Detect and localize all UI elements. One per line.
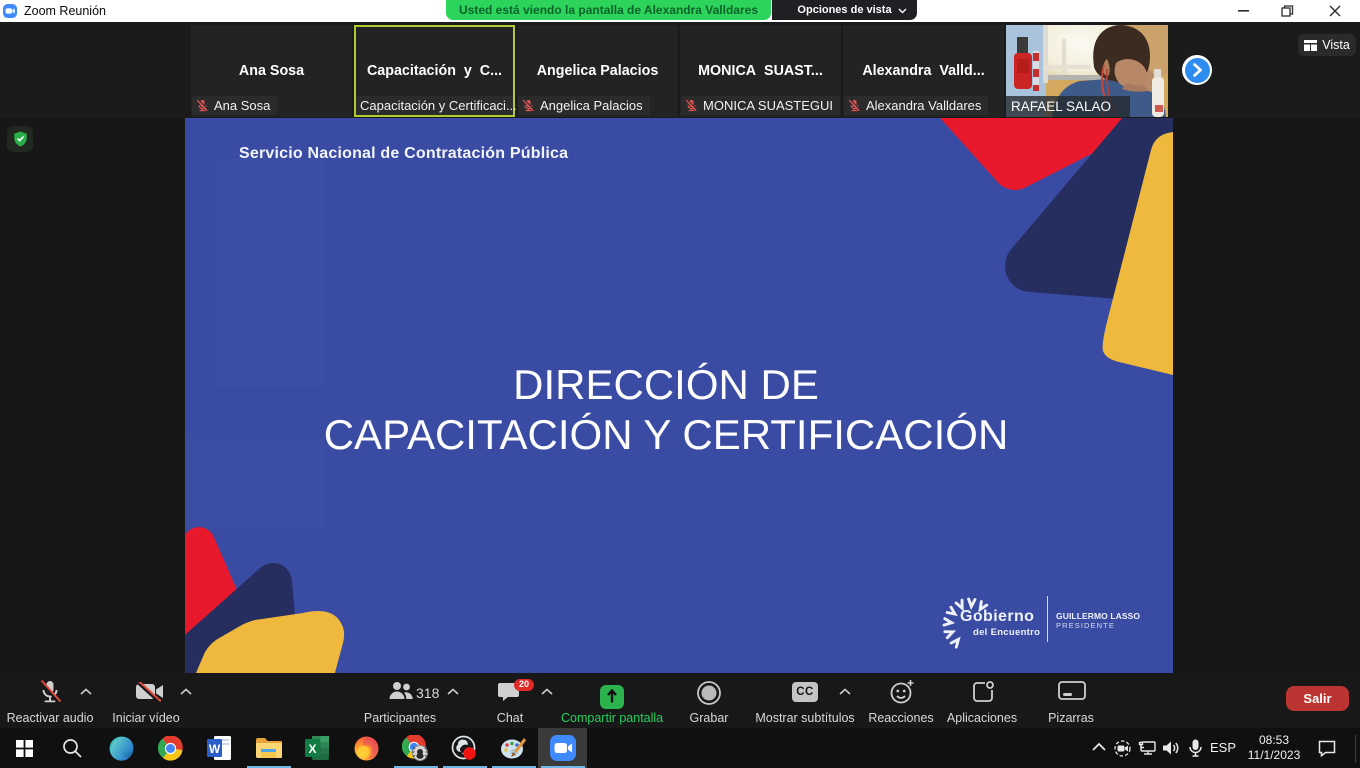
svg-text:X: X	[308, 742, 316, 756]
svg-text:RAFAEL SALAO: RAFAEL SALAO	[1011, 99, 1111, 114]
svg-text:W: W	[208, 742, 220, 756]
